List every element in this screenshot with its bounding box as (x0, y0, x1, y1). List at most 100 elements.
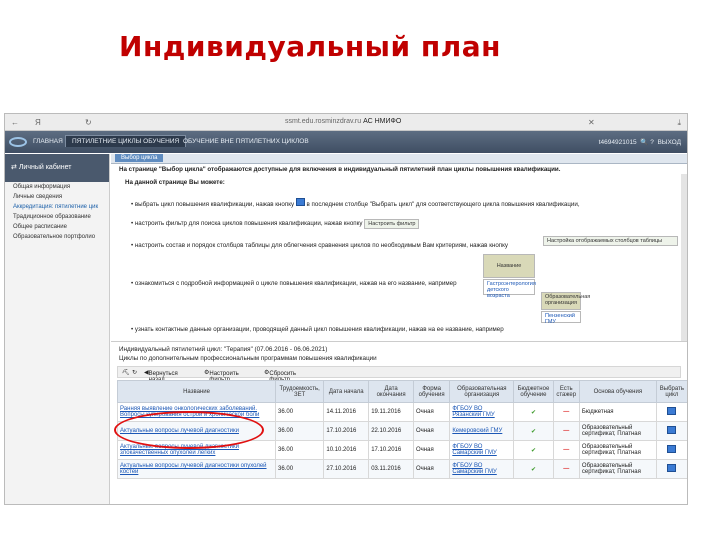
cell-form: Очная (413, 459, 451, 479)
back-button[interactable]: ◀ Вернуться назад (144, 369, 178, 383)
search-icon[interactable]: 🔍 (640, 139, 648, 146)
cell-end: 22.10.2016 (368, 421, 415, 441)
info-bullet-3: • настроить состав и порядок столбцов та… (131, 242, 508, 249)
logout-link[interactable]: ВЫХОД (657, 139, 681, 146)
download-icon[interactable]: ⤓ (677, 118, 681, 128)
tab-select-cycle[interactable]: Выбор цикла (115, 154, 164, 162)
plan-label: Индивидуальный пятилетний цикл: "Терапия… (119, 346, 328, 353)
col-select: Выбрать цикл (655, 380, 687, 403)
table-row: Актуальные вопросы лучевой диагностики о… (116, 459, 687, 479)
budget-check-icon: ✔ (513, 459, 554, 479)
nav-outside[interactable]: ОБУЧЕНИЕ ВНЕ ПЯТИЛЕТНИХ ЦИКЛОВ (183, 138, 309, 145)
browser-bar: ← Я ↻ ssmt.edu.rosminzdrav.ru АС НМИФО ✕… (5, 114, 687, 131)
cell-zet: 36.00 (275, 459, 325, 479)
cell-basis: Бюджетная (578, 402, 657, 422)
col-zet[interactable]: Трудоемкость, ЗЕТ (275, 380, 325, 403)
select-cycle-button[interactable] (667, 426, 677, 434)
cell-zet: 36.00 (275, 402, 325, 422)
org-link[interactable]: ФГБОУ ВО Самарский ГМУ (452, 444, 496, 456)
org-link[interactable]: ФГБОУ ВО Рязанский ГМУ (452, 406, 494, 418)
info-bullet-2: • настроить фильтр для поиска циклов пов… (131, 219, 420, 229)
back-icon[interactable]: ← (11, 118, 19, 127)
slide-title: Индивидуальный план (119, 30, 501, 63)
stager-minus-icon: — (552, 402, 580, 422)
refresh-icon[interactable]: ↻ (132, 369, 137, 376)
select-icon (295, 198, 305, 206)
name-value-example: Гастроэнтерология детского возраста (483, 279, 536, 299)
select-cycle-button[interactable] (667, 407, 677, 415)
user-id[interactable]: t4694921015 (599, 139, 637, 146)
cell-form: Очная (413, 421, 451, 441)
yandex-icon[interactable]: Я (35, 118, 41, 127)
cell-start: 17.10.2016 (323, 421, 370, 441)
filter-button[interactable]: ⚙ Настроить фильтр (204, 369, 239, 383)
budget-check-icon: ✔ (513, 421, 554, 441)
screenshot: ← Я ↻ ssmt.edu.rosminzdrav.ru АС НМИФО ✕… (4, 113, 688, 505)
highlight-ellipse (114, 411, 264, 449)
sidebar-item-schedule[interactable]: Общее расписание (5, 222, 109, 232)
col-end[interactable]: Дата окончания (368, 380, 415, 403)
cell-basis: Образовательный сертификат, Платная (578, 440, 657, 460)
budget-check-icon: ✔ (513, 440, 554, 460)
stager-minus-icon: — (552, 459, 580, 479)
stager-minus-icon: — (552, 421, 580, 441)
col-name[interactable]: Название (116, 380, 277, 403)
org-link[interactable]: Кемеровский ГМУ (452, 428, 502, 434)
info-can-do: На данной странице Вы можете: (125, 179, 225, 186)
cell-basis: Образовательный сертификат, Платная (578, 421, 657, 441)
select-cycle-button[interactable] (667, 445, 677, 453)
info-bullet-5: • узнать контактные данные организации, … (131, 326, 504, 333)
sidebar-item-general[interactable]: Общая информация (5, 182, 109, 192)
address-bar[interactable]: ssmt.edu.rosminzdrav.ru АС НМИФО (285, 118, 401, 125)
col-start[interactable]: Дата начала (323, 380, 370, 403)
close-tab-icon[interactable]: ✕ (588, 118, 595, 127)
info-bullet-1: • выбрать цикл повышения квалификации, н… (131, 198, 580, 208)
cell-zet: 36.00 (275, 440, 325, 460)
sidebar-item-accreditation[interactable]: Аккредитация: пятилетние цик (5, 202, 109, 212)
cycles-label: Циклы по дополнительным профессиональным… (119, 355, 377, 362)
columns-example-button: Настройка отображаемых столбцов таблицы (543, 236, 678, 246)
cell-form: Очная (413, 402, 451, 422)
col-stager[interactable]: Есть стажер (552, 380, 580, 403)
name-header-example: Название (483, 254, 535, 278)
info-scrollbar[interactable] (681, 174, 687, 341)
select-cycle-button[interactable] (667, 464, 677, 472)
stager-minus-icon: — (552, 440, 580, 460)
sidebar-item-traditional[interactable]: Традиционное образование (5, 212, 109, 222)
reset-filter-button[interactable]: ⚙ Сбросить фильтр (264, 369, 296, 383)
table-header-row: Название Трудоемкость, ЗЕТ Дата начала Д… (116, 380, 687, 403)
nav-main[interactable]: ГЛАВНАЯ (33, 138, 63, 145)
org-link[interactable]: ФГБОУ ВО Самарский ГМУ (452, 463, 496, 475)
cell-start: 14.11.2016 (323, 402, 370, 422)
sidebar-item-personal[interactable]: Личные сведения (5, 192, 109, 202)
budget-check-icon: ✔ (513, 402, 554, 422)
cell-end: 03.11.2016 (368, 459, 415, 479)
cell-start: 27.10.2016 (323, 459, 370, 479)
col-form[interactable]: Форма обучения (413, 380, 451, 403)
info-bullet-4: • ознакомиться с подробной информацией о… (131, 280, 457, 287)
cell-zet: 36.00 (275, 421, 325, 441)
logo-icon (9, 137, 27, 147)
info-panel: На странице "Выбор цикла" отображаются д… (111, 164, 687, 342)
cycle-name-link[interactable]: Актуальные вопросы лучевой диагностики о… (120, 463, 267, 475)
org-value-example: Пензенский ГМУ (541, 311, 581, 325)
col-basis[interactable]: Основа обучения (578, 380, 657, 403)
sidebar: ⇄ Личный кабинет Общая информация Личные… (5, 154, 110, 504)
table-toolbar: ⛏ ↻ ◀ Вернуться назад ⚙ Настроить фильтр… (117, 366, 681, 383)
nav-five-year[interactable]: ПЯТИЛЕТНИЕ ЦИКЛЫ ОБУЧЕНИЯ (65, 135, 187, 147)
main-area: Выбор цикла На странице "Выбор цикла" от… (111, 154, 687, 504)
cell-end: 19.11.2016 (368, 402, 415, 422)
col-budget[interactable]: Бюджетное обучение (513, 380, 554, 403)
cell-start: 10.10.2016 (323, 440, 370, 460)
col-org[interactable]: Образовательная организация (449, 380, 515, 403)
help-icon[interactable]: ? (650, 139, 654, 146)
header-right: t4694921015 🔍 ? ВЫХОД (599, 138, 681, 146)
cell-basis: Образовательный сертификат, Платная (578, 459, 657, 479)
app-header: ГЛАВНАЯ ПЯТИЛЕТНИЕ ЦИКЛЫ ОБУЧЕНИЯ ОБУЧЕН… (5, 131, 687, 153)
sidebar-item-portfolio[interactable]: Образовательное портфолио (5, 232, 109, 242)
reload-icon[interactable]: ↻ (85, 118, 92, 127)
sidebar-title: ⇄ Личный кабинет (5, 154, 109, 182)
tab-strip: Выбор цикла (111, 154, 687, 164)
cell-form: Очная (413, 440, 451, 460)
export-icon[interactable]: ⛏ (122, 369, 130, 376)
